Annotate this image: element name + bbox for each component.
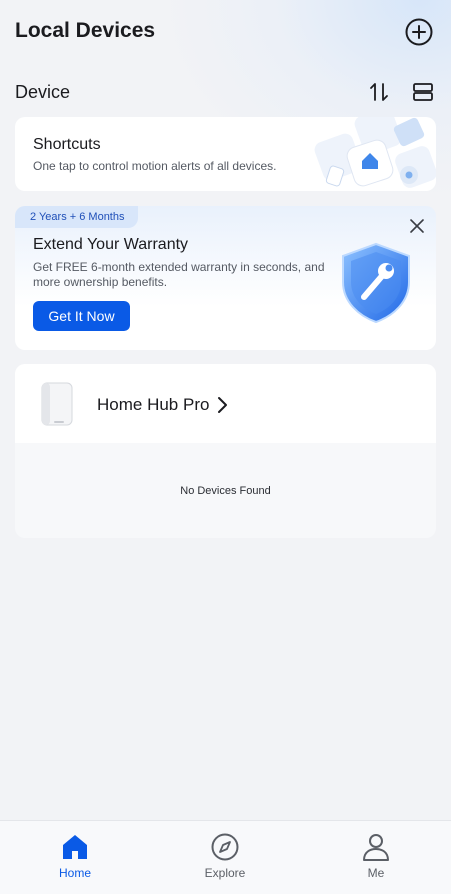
section-title: Device bbox=[15, 82, 71, 102]
chevron-right-icon bbox=[218, 397, 227, 413]
layout-toggle-button[interactable] bbox=[411, 80, 435, 104]
hub-name: Home Hub Pro bbox=[97, 395, 210, 414]
warranty-description: Get FREE 6-month extended warranty in se… bbox=[33, 260, 325, 289]
warranty-promo-card: 2 Years + 6 Months Extend Your Warranty … bbox=[15, 206, 436, 350]
page-title: Local Devices bbox=[15, 19, 156, 42]
add-device-button[interactable] bbox=[405, 18, 433, 46]
home-icon bbox=[63, 835, 87, 859]
shortcuts-card[interactable]: Shortcuts One tap to control motion aler… bbox=[15, 117, 436, 191]
shortcuts-title: Shortcuts bbox=[33, 136, 101, 153]
tab-home[interactable]: Home bbox=[0, 821, 150, 894]
sort-arrows-icon bbox=[370, 83, 388, 101]
tab-me-label: Me bbox=[367, 866, 385, 880]
bottom-tab-bar: Home Explore Me bbox=[0, 820, 451, 894]
home-hub-card: Home Hub Pro No Devices Found bbox=[15, 364, 436, 538]
close-icon bbox=[410, 219, 424, 233]
device-section-header: Device bbox=[0, 78, 451, 106]
empty-state-text: No Devices Found bbox=[180, 485, 271, 497]
tab-me[interactable]: Me bbox=[301, 821, 451, 894]
shortcuts-illustration bbox=[314, 117, 436, 188]
compass-icon bbox=[211, 833, 239, 861]
list-layout-icon bbox=[413, 83, 433, 101]
tab-explore-label: Explore bbox=[204, 866, 246, 880]
app-header: Local Devices bbox=[0, 0, 451, 64]
tab-home-label: Home bbox=[58, 866, 91, 880]
hub-device-image bbox=[41, 382, 73, 426]
person-icon bbox=[363, 834, 389, 861]
shield-wrench-icon bbox=[342, 242, 410, 324]
home-hub-row[interactable]: Home Hub Pro bbox=[15, 364, 436, 443]
warranty-title: Extend Your Warranty bbox=[33, 236, 189, 253]
plus-circle-icon bbox=[405, 18, 433, 46]
close-promo-button[interactable] bbox=[408, 217, 426, 235]
shortcuts-subtitle: One tap to control motion alerts of all … bbox=[33, 159, 277, 173]
warranty-badge: 2 Years + 6 Months bbox=[15, 206, 139, 228]
get-it-now-button[interactable]: Get It Now bbox=[33, 301, 130, 331]
sort-button[interactable] bbox=[367, 80, 391, 104]
tab-explore[interactable]: Explore bbox=[150, 821, 300, 894]
